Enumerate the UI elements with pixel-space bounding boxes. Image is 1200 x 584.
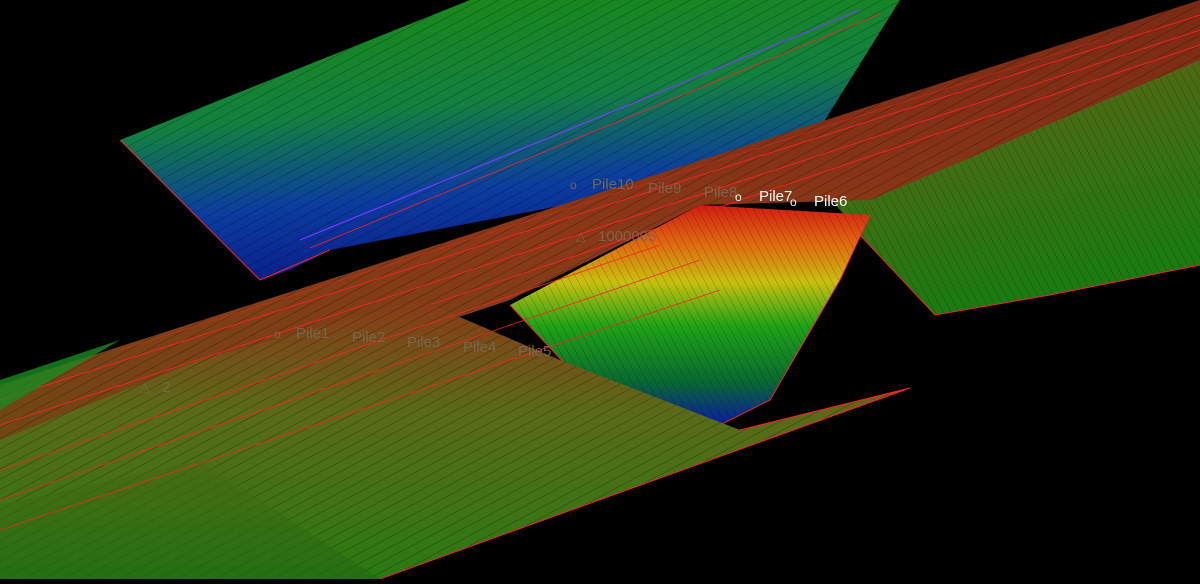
pile-label: Pile9 (648, 180, 682, 197)
survey-point-label: 1000005 (598, 228, 657, 245)
pile-label: Pile2 (352, 329, 386, 346)
triangle-marker-icon: △ (576, 229, 586, 243)
pile-label: Pile5 (518, 343, 552, 360)
pile-label: Pile8 (704, 184, 738, 201)
pile-label: Pile1 (296, 325, 330, 342)
circle-marker-icon: o (570, 178, 577, 192)
3d-terrain-viewport[interactable]: o Pile10 Pile9 Pile8 o Pile7 o Pile6 △ 1… (0, 0, 1200, 580)
pile-label: Pile6 (814, 193, 848, 210)
pile-label: Pile3 (407, 334, 441, 351)
pile-label: Pile7 (759, 188, 793, 205)
triangle-marker-icon: △ (140, 380, 150, 394)
circle-marker-icon: o (274, 327, 281, 341)
terrain-mesh-canvas (0, 0, 1200, 580)
pile-label: Pile10 (592, 176, 634, 193)
circle-marker-icon: o (790, 195, 797, 209)
pile-label: Pile4 (463, 339, 497, 356)
survey-point-label: 2 (162, 379, 171, 396)
circle-marker-icon: o (735, 190, 742, 204)
